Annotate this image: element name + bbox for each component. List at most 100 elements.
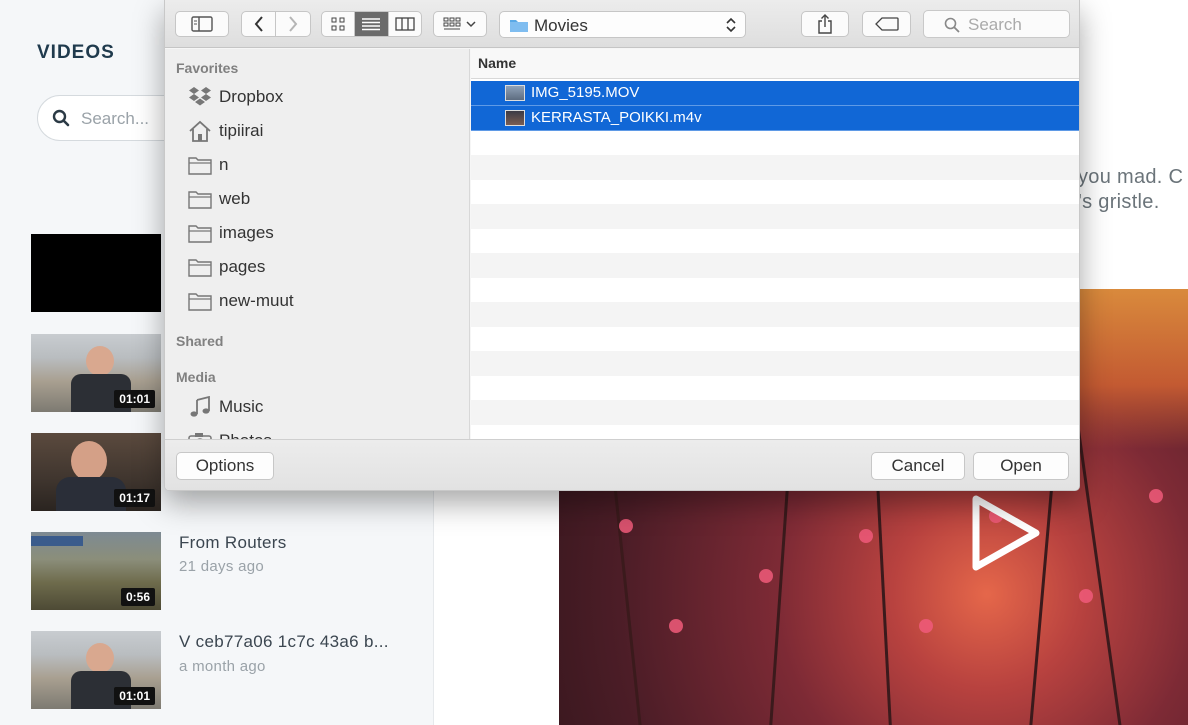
search-icon [944, 17, 960, 33]
dropbox-icon [187, 86, 213, 108]
sidebar-item-label: new-muut [219, 291, 294, 310]
sidebar-item-label: pages [219, 257, 266, 276]
options-button[interactable]: Options [176, 452, 274, 480]
open-button[interactable]: Open [973, 452, 1069, 480]
videos-title: VIDEOS [37, 42, 115, 63]
empty-row [471, 131, 1079, 156]
favorites-header: Favorites [176, 60, 239, 76]
column-header-label: Name [478, 55, 517, 71]
folder-icon [187, 256, 213, 278]
sidebar-item-music[interactable]: Music [187, 394, 457, 420]
empty-row [471, 204, 1079, 229]
sidebar-item-label: tipiirai [219, 121, 264, 140]
video-duration: 01:01 [114, 687, 155, 705]
open-file-dialog: Movies Search Favorites Dropbox tipiirai… [164, 0, 1080, 491]
video-duration: 01:01 [114, 390, 155, 408]
play-icon [972, 495, 1040, 571]
location-popup[interactable]: Movies [499, 11, 746, 38]
empty-row [471, 155, 1079, 180]
back-button[interactable] [242, 12, 277, 36]
video-frame [1079, 589, 1093, 603]
sidebar-toggle-icon [191, 16, 213, 32]
sidebar-item-folder[interactable]: images [187, 220, 457, 246]
sidebar-item-folder[interactable]: web [187, 186, 457, 212]
shared-header: Shared [176, 333, 224, 349]
file-name: KERRASTA_POIKKI.m4v [531, 109, 702, 126]
video-thumbnail[interactable]: 01:17 [31, 433, 161, 511]
video-duration: 0:56 [120, 588, 155, 606]
folder-icon [187, 154, 213, 176]
list-view-button[interactable] [355, 12, 389, 36]
location-label: Movies [534, 16, 588, 35]
sidebar-item-home[interactable]: tipiirai [187, 118, 457, 144]
empty-row [471, 253, 1079, 278]
file-row[interactable]: KERRASTA_POIKKI.m4v [471, 106, 1079, 131]
sidebar-item-folder[interactable]: n [187, 152, 457, 178]
dialog-toolbar: Movies Search [165, 0, 1079, 48]
sidebar-item-folder[interactable]: pages [187, 254, 457, 280]
video-frame [669, 619, 683, 633]
search-placeholder: Search... [81, 109, 150, 128]
video-thumbnail[interactable]: 01:01 [31, 334, 161, 412]
sidebar-item-label: n [219, 155, 229, 174]
description-text: you mad. C [1078, 166, 1184, 188]
file-name: IMG_5195.MOV [531, 84, 640, 101]
file-list: Name IMG_5195.MOV KERRASTA_POIKKI.m4v [471, 49, 1079, 440]
sidebar-item-label: web [219, 189, 251, 208]
video-title[interactable]: From Routers [179, 533, 287, 553]
thumbnail-image [31, 234, 161, 312]
arrange-button[interactable] [433, 11, 487, 37]
empty-row [471, 400, 1079, 425]
description-text: 's gristle. [1078, 191, 1160, 213]
empty-row [471, 425, 1079, 440]
list-view-icon [362, 18, 381, 31]
empty-row [471, 376, 1079, 401]
history-navigation [241, 11, 311, 37]
empty-row [471, 351, 1079, 376]
movies-folder-icon [510, 20, 528, 32]
video-thumbnail[interactable] [31, 234, 161, 312]
empty-row [471, 180, 1079, 205]
column-view-button[interactable] [389, 12, 421, 36]
column-header-name[interactable]: Name [471, 49, 1079, 79]
video-frame [919, 619, 933, 633]
sidebar-item-label: Photos [219, 431, 272, 439]
video-frame [619, 519, 633, 533]
video-date: 21 days ago [179, 558, 265, 575]
music-note-icon [187, 396, 213, 418]
video-date: a month ago [179, 658, 266, 675]
forward-button[interactable] [276, 12, 310, 36]
sidebar-item-label: Music [219, 397, 264, 416]
video-thumbnail[interactable]: 01:01 [31, 631, 161, 709]
column-view-icon [395, 17, 415, 31]
sidebar-item-dropbox[interactable]: Dropbox [187, 84, 457, 110]
cancel-button[interactable]: Cancel [871, 452, 965, 480]
media-header: Media [176, 369, 216, 385]
chevron-updown-icon [726, 17, 736, 33]
play-button[interactable] [968, 493, 1044, 573]
empty-row [471, 229, 1079, 254]
sidebar-toggle-button[interactable] [175, 11, 229, 37]
file-row[interactable]: IMG_5195.MOV [471, 81, 1079, 106]
icon-view-button[interactable] [322, 12, 356, 36]
video-file-icon [505, 110, 525, 126]
search-placeholder: Search [968, 15, 1022, 34]
video-thumbnail[interactable]: 0:56 [31, 532, 161, 610]
camera-icon [187, 430, 213, 439]
empty-row [471, 327, 1079, 352]
chevron-right-icon [289, 16, 298, 32]
dialog-footer: Options Cancel Open [165, 439, 1079, 490]
dialog-search-input[interactable]: Search [923, 10, 1070, 38]
video-title[interactable]: V ceb77a06 1c7c 43a6 b... [179, 632, 389, 652]
search-icon [52, 109, 70, 132]
icon-view-icon [331, 17, 345, 31]
sidebar-item-photos[interactable]: Photos [187, 428, 457, 439]
video-frame [859, 529, 873, 543]
empty-row [471, 302, 1079, 327]
home-icon [187, 120, 213, 142]
view-mode-selector [321, 11, 422, 37]
share-icon [818, 14, 832, 34]
share-button[interactable] [801, 11, 849, 37]
tag-button[interactable] [862, 11, 911, 37]
sidebar-item-folder[interactable]: new-muut [187, 288, 457, 314]
